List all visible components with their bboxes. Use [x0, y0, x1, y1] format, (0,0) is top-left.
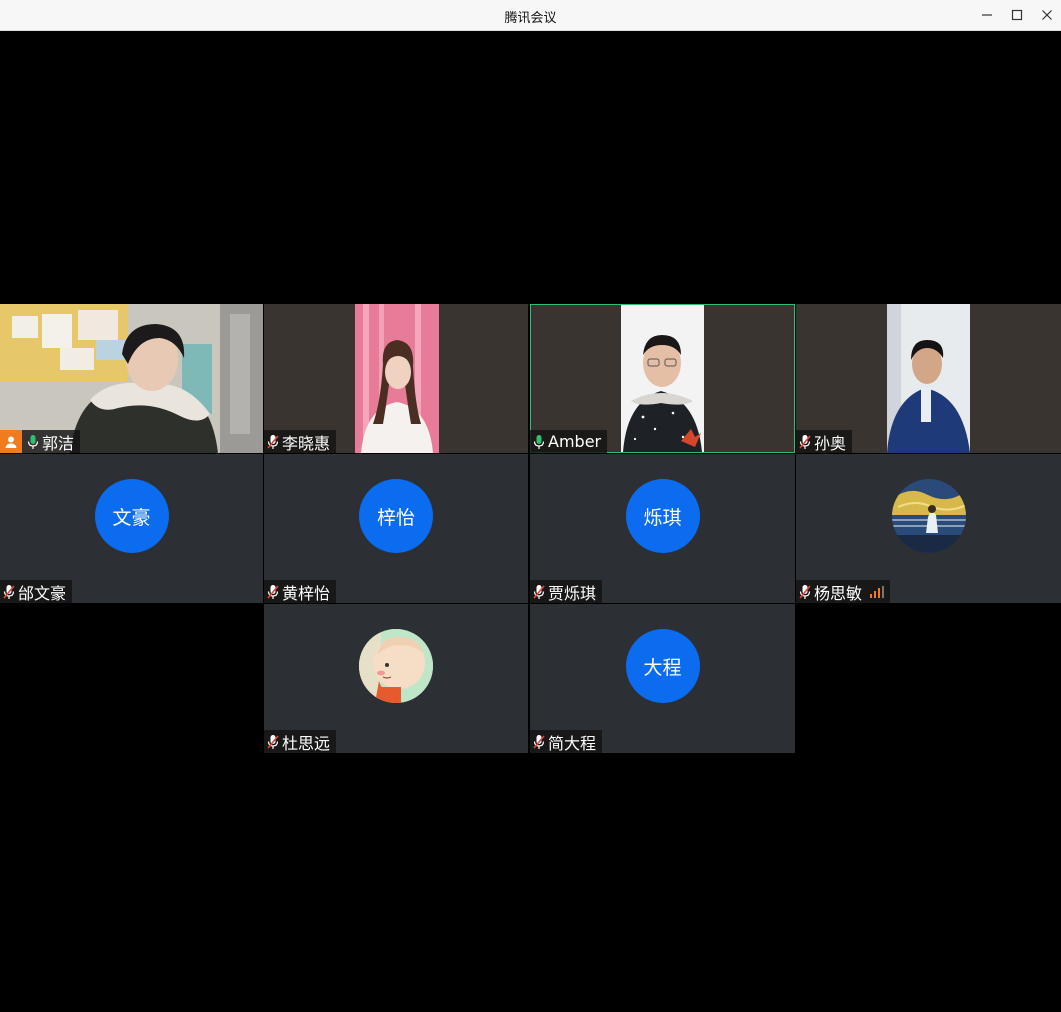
participant-name: 黄梓怡 [282, 583, 331, 603]
close-button[interactable] [1035, 4, 1059, 26]
close-icon [1042, 10, 1052, 20]
host-badge [0, 430, 22, 453]
participant-name-bar: 郭洁 [0, 430, 81, 453]
participant-name-bar: 简大程 [530, 730, 603, 753]
participant-tile[interactable]: 文豪 邰文豪 [0, 454, 263, 603]
mic-muted-icon [266, 584, 280, 600]
mic-muted-icon [2, 584, 16, 600]
minimize-button[interactable] [975, 4, 999, 26]
video-stage: 郭洁 李晓惠 Amber 孙奥 文豪 邰文豪 梓怡 黄梓怡 烁琪 贾烁琪 杨思敏… [0, 31, 1061, 1012]
mic-on-icon [26, 434, 40, 450]
avatar-image [359, 629, 433, 703]
avatar-initials: 文豪 [94, 479, 169, 553]
participant-tile[interactable]: 烁琪 贾烁琪 [530, 454, 795, 603]
mic-muted-icon [798, 434, 812, 450]
participant-name: 李晓惠 [282, 433, 331, 453]
mic-muted-icon [266, 434, 280, 450]
participant-name: 杨思敏 [814, 583, 863, 603]
person-icon [5, 436, 17, 448]
avatar-initials: 大程 [625, 629, 700, 703]
network-signal-icon [870, 585, 885, 598]
participant-name: 孙奥 [814, 433, 847, 453]
mic-muted-icon [266, 734, 280, 750]
participant-name-bar: 贾烁琪 [530, 580, 603, 603]
mic-on-icon [532, 434, 546, 450]
mic-muted-icon [798, 584, 812, 600]
participant-name-bar: 孙奥 [796, 430, 853, 453]
participant-tile[interactable]: 郭洁 [0, 304, 263, 453]
participant-video [621, 305, 704, 452]
mic-muted-icon [532, 734, 546, 750]
participant-video [355, 304, 439, 453]
participant-tile[interactable]: 杜思远 [264, 604, 528, 753]
maximize-icon [1011, 9, 1023, 21]
participant-name-bar: 李晓惠 [264, 430, 337, 453]
minimize-icon [982, 14, 992, 16]
participant-name: 郭洁 [42, 433, 75, 453]
avatar-image [891, 479, 966, 553]
participant-name-bar: 杨思敏 [796, 580, 891, 603]
participant-name-bar: 邰文豪 [0, 580, 73, 603]
avatar-initials: 烁琪 [625, 479, 700, 553]
participant-name: Amber [548, 432, 602, 451]
participant-tile[interactable]: 大程 简大程 [530, 604, 795, 753]
title-bar: 腾讯会议 [0, 0, 1061, 31]
participant-tile[interactable]: 孙奥 [796, 304, 1061, 453]
participant-name: 简大程 [548, 733, 597, 753]
mic-muted-icon [532, 584, 546, 600]
participant-name: 杜思远 [282, 733, 331, 753]
participant-name: 贾烁琪 [548, 583, 597, 603]
participant-tile[interactable]: 李晓惠 [264, 304, 528, 453]
participant-name-bar: 杜思远 [264, 730, 337, 753]
participant-video [887, 304, 970, 453]
window-title: 腾讯会议 [504, 11, 557, 26]
participant-tile[interactable]: 杨思敏 [796, 454, 1061, 603]
participant-tile[interactable]: 梓怡 黄梓怡 [264, 454, 528, 603]
participant-name: 邰文豪 [18, 583, 67, 603]
maximize-button[interactable] [1005, 4, 1029, 26]
avatar-initials: 梓怡 [359, 479, 433, 553]
participant-name-bar: 黄梓怡 [264, 580, 337, 603]
participant-name-bar: Amber [530, 430, 608, 453]
participant-tile-active-speaker[interactable]: Amber [530, 304, 795, 453]
